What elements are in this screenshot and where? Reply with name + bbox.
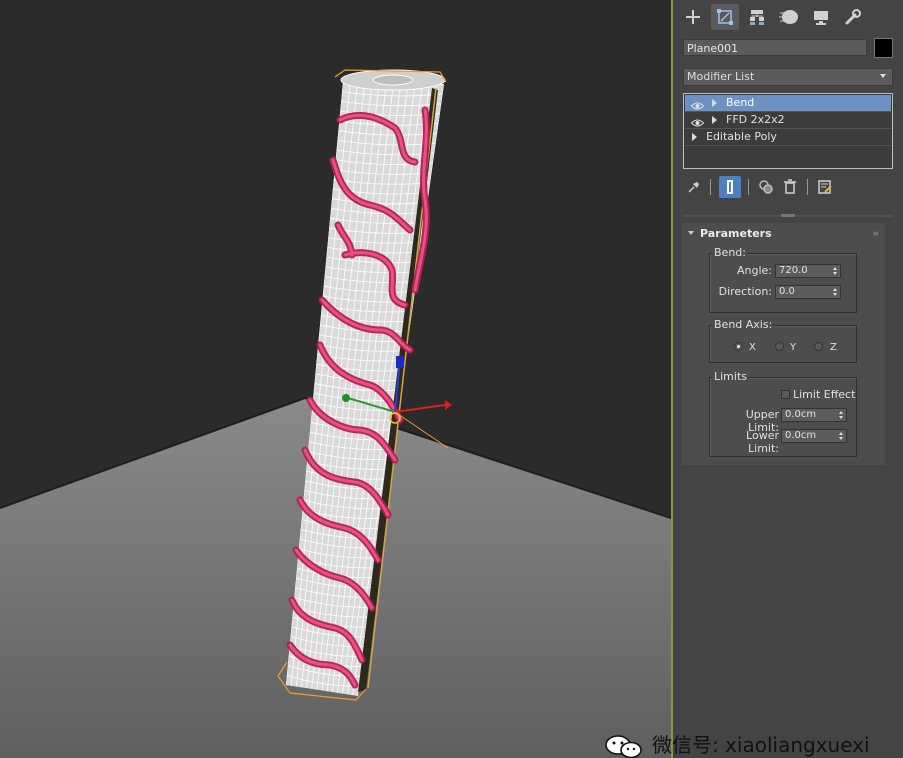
rollout-options-icon[interactable]: ≡	[872, 229, 879, 238]
hierarchy-tab-icon[interactable]	[743, 4, 771, 30]
axis-z-label: Z	[830, 342, 837, 353]
rollout-title[interactable]: Parameters	[700, 227, 772, 240]
rollout-divider-grip[interactable]	[683, 213, 893, 218]
show-end-result-icon[interactable]	[719, 176, 741, 198]
axis-y-label: Y	[790, 342, 797, 353]
spinner-down-icon[interactable]	[833, 293, 837, 296]
chevron-down-icon	[880, 74, 886, 78]
configure-modifier-sets-icon[interactable]	[814, 176, 836, 198]
direction-label: Direction:	[718, 285, 772, 298]
axis-x-label: X	[749, 342, 756, 353]
stack-item-bend[interactable]: Bend	[685, 95, 891, 111]
modifier-stack: Bend FFD 2x2x2 Editable Poly	[683, 93, 893, 169]
spinner-up-icon[interactable]	[833, 267, 837, 270]
limit-effect-label: Limit Effect	[793, 388, 856, 401]
spinner-down-icon[interactable]	[839, 416, 843, 419]
wechat-icon	[605, 735, 642, 758]
stack-item-editable-poly[interactable]: Editable Poly	[685, 129, 891, 145]
utilities-tab-wrench-icon[interactable]	[839, 4, 867, 30]
group-title: Bend:	[712, 246, 748, 259]
expand-triangle-icon[interactable]	[692, 133, 697, 141]
display-tab-icon[interactable]	[807, 4, 835, 30]
divider	[710, 179, 711, 195]
spinner-up-icon[interactable]	[839, 411, 843, 414]
modify-tab-icon[interactable]	[711, 4, 739, 30]
spinner-up-icon[interactable]	[833, 288, 837, 291]
axis-z-radio[interactable]	[814, 342, 823, 351]
perspective-viewport[interactable]	[0, 0, 671, 758]
divider	[685, 145, 891, 146]
pin-stack-icon[interactable]	[683, 176, 705, 198]
object-name-field[interactable]: Plane001	[683, 39, 867, 56]
upper-limit-value: 0.0cm	[785, 409, 817, 420]
modifier-list-label: Modifier List	[687, 70, 755, 83]
make-unique-icon[interactable]	[755, 176, 777, 198]
modifier-list-dropdown[interactable]: Modifier List	[683, 68, 893, 86]
spinner-up-icon[interactable]	[839, 432, 843, 435]
expand-triangle-icon[interactable]	[712, 99, 717, 107]
stack-toolbar	[683, 176, 893, 198]
bend-group	[709, 253, 857, 313]
direction-spinner[interactable]: 0.0	[775, 285, 841, 299]
lower-limit-value: 0.0cm	[785, 430, 817, 441]
spinner-down-icon[interactable]	[839, 437, 843, 440]
command-panel: Plane001 Modifier List Bend FFD 2x2x2 Ed…	[673, 0, 903, 758]
stack-item-label: FFD 2x2x2	[726, 113, 785, 126]
limit-effect-checkbox[interactable]	[781, 390, 790, 399]
divider	[807, 179, 808, 195]
group-title: Limits	[712, 370, 749, 383]
stack-item-label: Editable Poly	[706, 130, 777, 143]
axis-y-radio[interactable]	[775, 342, 784, 351]
lower-limit-spinner[interactable]: 0.0cm	[781, 429, 847, 443]
remove-modifier-trash-icon[interactable]	[779, 176, 801, 198]
divider	[748, 179, 749, 195]
upper-limit-spinner[interactable]: 0.0cm	[781, 408, 847, 422]
stack-item-ffd[interactable]: FFD 2x2x2	[685, 112, 891, 128]
motion-tab-icon[interactable]	[775, 4, 803, 30]
collapse-triangle-icon[interactable]	[688, 231, 694, 235]
angle-value: 720.0	[779, 265, 808, 276]
wechat-watermark: 微信号: xiaoliangxuexi	[604, 732, 903, 758]
group-title: Bend Axis:	[712, 318, 775, 331]
watermark-text: 微信号: xiaoliangxuexi	[652, 733, 870, 757]
axis-x-radio[interactable]	[734, 342, 743, 351]
expand-triangle-icon[interactable]	[712, 116, 717, 124]
object-color-swatch[interactable]	[874, 38, 893, 58]
angle-label: Angle:	[736, 264, 772, 277]
direction-value: 0.0	[779, 286, 795, 297]
spinner-down-icon[interactable]	[833, 272, 837, 275]
viewport-scene	[0, 0, 671, 758]
lower-limit-label: Lower Limit:	[746, 429, 779, 455]
stack-item-label: Bend	[726, 96, 755, 109]
create-tab-plus-icon[interactable]	[679, 4, 707, 30]
parameters-rollout: Parameters ≡ Bend: Angle: 720.0 Directio…	[682, 223, 885, 465]
angle-spinner[interactable]: 720.0	[775, 264, 841, 278]
